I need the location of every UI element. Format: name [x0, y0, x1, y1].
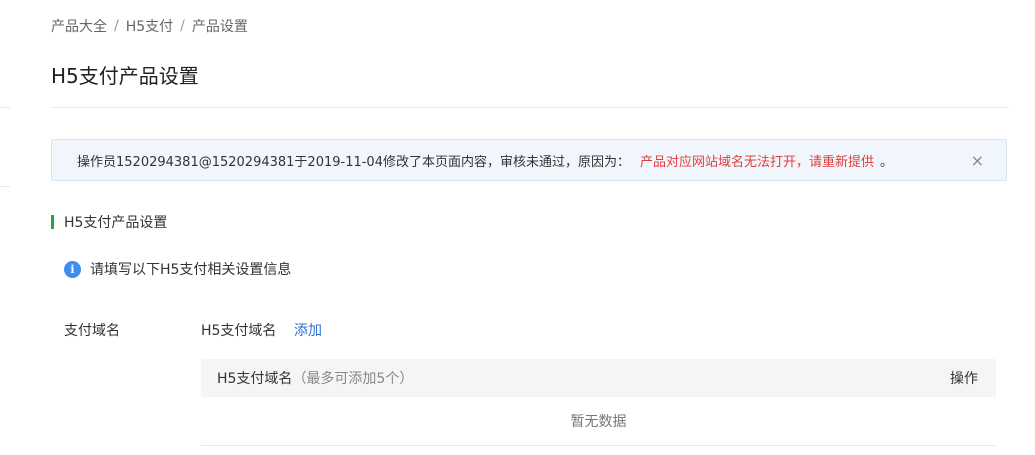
- breadcrumb-item-h5-pay[interactable]: H5支付: [126, 16, 173, 36]
- breadcrumb-separator: /: [114, 18, 119, 34]
- section-accent-bar: [51, 215, 54, 229]
- alert-period: 。: [880, 154, 894, 170]
- table-empty-row: 暂无数据: [201, 397, 996, 446]
- info-text: 请填写以下H5支付相关设置信息: [90, 262, 292, 278]
- domain-table: H5支付域名（最多可添加5个） 操作 暂无数据: [201, 359, 996, 446]
- section-title: H5支付产品设置: [64, 215, 168, 231]
- info-hint: i 请填写以下H5支付相关设置信息: [64, 259, 291, 279]
- table-header-hint: （最多可添加5个）: [292, 371, 414, 387]
- add-domain-button[interactable]: 添加: [294, 320, 322, 340]
- breadcrumb-item-settings: 产品设置: [191, 19, 248, 35]
- table-header-domain: H5支付域名（最多可添加5个）: [217, 368, 413, 388]
- table-empty-text: 暂无数据: [570, 414, 627, 430]
- review-alert: 操作员1520294381@1520294381于2019-11-04修改了本页…: [51, 139, 1007, 181]
- table-header-operation: 操作: [950, 371, 978, 387]
- left-divider-top: [0, 107, 10, 108]
- breadcrumb: 产品大全 / H5支付 / 产品设置: [51, 16, 248, 36]
- close-icon[interactable]: ×: [971, 151, 984, 170]
- h5-domain-label: H5支付域名: [201, 323, 277, 339]
- alert-reason: 产品对应网站域名无法打开，请重新提供: [639, 154, 874, 170]
- info-icon: i: [64, 260, 81, 278]
- left-divider-bottom: [0, 186, 10, 187]
- breadcrumb-item-products[interactable]: 产品大全: [51, 16, 107, 36]
- section-header: H5支付产品设置: [51, 212, 167, 232]
- table-header-domain-label: H5支付域名: [217, 371, 293, 387]
- table-header: H5支付域名（最多可添加5个） 操作: [201, 359, 996, 397]
- title-divider: [51, 107, 1009, 108]
- breadcrumb-separator: /: [180, 18, 185, 34]
- page-title: H5支付产品设置: [51, 64, 199, 88]
- alert-message: 操作员1520294381@1520294381于2019-11-04修改了本页…: [77, 154, 630, 170]
- pay-domain-field-label: 支付域名: [64, 323, 120, 339]
